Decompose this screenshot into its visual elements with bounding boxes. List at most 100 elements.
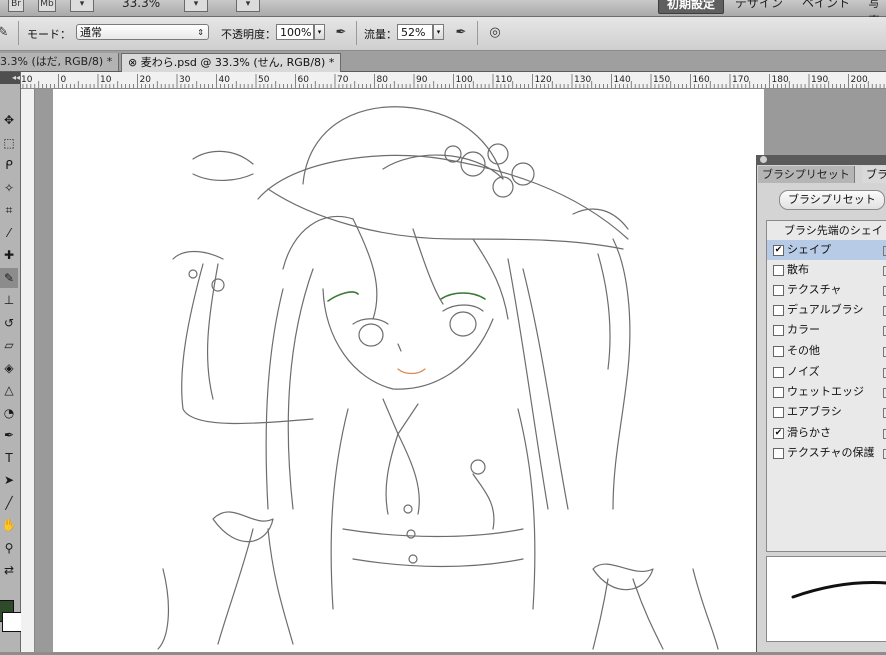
pen-icon[interactable]: ✒ — [0, 425, 18, 445]
ruler-label: 60 — [298, 75, 310, 85]
horizontal-ruler: 10 0 10 20 30 40 50 60 70 80 90 100 110 120 130 140 150 1… — [21, 72, 886, 89]
marquee-icon[interactable]: ⬚ — [0, 133, 18, 153]
ruler-label: 110 — [495, 75, 512, 85]
brush-setting-row[interactable]: エアブラシ — [767, 402, 886, 422]
extras-menu-button[interactable]: ▾ — [70, 0, 94, 12]
ruler-label: 170 — [732, 75, 749, 85]
ruler-label: 160 — [693, 75, 710, 85]
tab-mugiwara[interactable]: ⊗ 麦わら.psd @ 33.3% (せん, RGB/8) * — [121, 53, 342, 72]
ruler-label: 200 — [851, 75, 868, 85]
brush-setting-label: ウェットエッジ — [787, 385, 864, 398]
blur-icon[interactable]: △ — [0, 380, 18, 400]
workspace-design[interactable]: デザイン — [735, 0, 783, 12]
ruler-label: 130 — [574, 75, 591, 85]
brush-presets-button[interactable]: ブラシプリセット — [779, 190, 885, 210]
workspace-essentials[interactable]: 初期設定 — [658, 0, 725, 14]
brush-icon[interactable]: ✎ — [0, 267, 18, 288]
screen-mode-button[interactable]: ▾ — [236, 0, 260, 12]
checkbox[interactable]: ✔ — [773, 428, 784, 439]
ruler-label: 140 — [614, 75, 631, 85]
stamp-icon[interactable]: ⊥ — [0, 290, 18, 310]
brush-setting-label: デュアルブラシ — [787, 303, 864, 316]
brush-setting-row[interactable]: ✔ 滑らかさ — [767, 423, 886, 443]
separator — [477, 21, 478, 45]
checkbox[interactable] — [773, 325, 784, 336]
brush-setting-row[interactable]: ノイズ — [767, 362, 886, 382]
opacity-input[interactable]: 100% — [276, 24, 314, 40]
eraser-icon[interactable]: ▱ — [0, 335, 18, 355]
tablet-pressure-opacity-icon[interactable]: ✒ — [332, 24, 350, 42]
line-icon[interactable]: ╱ — [0, 493, 18, 513]
crop-icon[interactable]: ⌗ — [0, 200, 18, 220]
checkbox[interactable] — [773, 407, 784, 418]
brush-setting-row[interactable]: カラー — [767, 320, 886, 340]
airbrush-icon[interactable]: ✒ — [452, 24, 470, 42]
close-tab-icon[interactable]: ⊗ — [128, 56, 141, 69]
dodge-icon[interactable]: ◔ — [0, 403, 18, 423]
path-select-icon[interactable]: ➤ — [0, 470, 18, 490]
eyedropper-icon[interactable]: ⁄ — [0, 223, 18, 243]
options-bar: ✎ モード： 通常 ⇕ 不透明度： 100% ▾ ✒ 流量： 52% ▾ ✒ ◎ — [0, 17, 886, 51]
brush-tip-shape-header[interactable]: ブラシ先端のシェイ — [784, 222, 883, 238]
brush-setting-label: 滑らかさ — [787, 426, 831, 439]
tab-hada[interactable]: 3.3% (はだ, RGB/8) * — [0, 53, 120, 71]
select-arrows-icon: ⇕ — [197, 28, 204, 37]
paint-bucket-icon[interactable]: ◈ — [0, 358, 18, 378]
move-icon[interactable]: ✥ — [0, 110, 18, 130]
collapse-tools-icon[interactable]: ◂◂ — [0, 72, 20, 84]
hand-icon[interactable]: ✋ — [0, 515, 18, 535]
mode-select[interactable]: 通常 ⇕ — [76, 24, 209, 40]
tab-brush-presets[interactable]: ブラシプリセット — [758, 166, 855, 183]
tablet-pressure-size-icon[interactable]: ◎ — [486, 24, 504, 42]
brush-setting-row[interactable]: その他 — [767, 341, 886, 361]
vertical-ruler — [21, 89, 35, 652]
stroke-preview-curve — [791, 581, 886, 599]
application-bar: Br Mb ▾ 33.3% ▾ ▾ 初期設定 デザイン ペイント 写真 — [0, 0, 886, 28]
ruler-label: 20 — [140, 75, 152, 85]
arrange-documents-button[interactable]: ▾ — [184, 0, 208, 12]
brush-setting-row[interactable]: デュアルブラシ — [767, 300, 886, 320]
lasso-icon[interactable]: ᑭ — [0, 155, 18, 175]
checkbox[interactable] — [773, 367, 784, 378]
bridge-button[interactable]: Br — [8, 0, 24, 12]
checkbox[interactable] — [773, 285, 784, 296]
brush-setting-row[interactable]: 散布 — [767, 260, 886, 280]
checkbox[interactable] — [773, 387, 784, 398]
checkbox[interactable] — [773, 448, 784, 459]
checkbox[interactable]: ✔ — [773, 245, 784, 256]
type-icon[interactable]: T — [0, 448, 18, 468]
zoom-level[interactable]: 33.3% — [122, 0, 160, 10]
checkbox[interactable] — [773, 265, 784, 276]
tab-label: 麦わら.psd @ 33.3% (せん, RGB/8) * — [140, 56, 335, 69]
panel-title-bar[interactable] — [756, 155, 886, 165]
brush-setting-row[interactable]: ウェットエッジ — [767, 382, 886, 402]
document-canvas[interactable] — [53, 89, 764, 652]
line-art-drawing — [157, 106, 719, 650]
ruler-label: 100 — [456, 75, 473, 85]
brush-setting-row[interactable]: テクスチャの保護 — [767, 443, 886, 463]
workspace-painting[interactable]: ペイント — [802, 0, 850, 12]
mode-value: 通常 — [80, 26, 102, 39]
opacity-dropdown[interactable]: ▾ — [314, 24, 325, 40]
history-brush-icon[interactable]: ↺ — [0, 313, 18, 333]
background-color-swatch[interactable] — [2, 612, 22, 632]
checkbox[interactable] — [773, 346, 784, 357]
brush-setting-row[interactable]: ✔ シェイプ — [767, 240, 886, 260]
brush-setting-label: 散布 — [787, 263, 809, 276]
flow-dropdown[interactable]: ▾ — [433, 24, 444, 40]
brush-setting-label: テクスチャ — [787, 283, 842, 296]
healing-brush-icon[interactable]: ✚ — [0, 245, 18, 265]
minibridge-button[interactable]: Mb — [38, 0, 56, 12]
brush-setting-row[interactable]: テクスチャ — [767, 280, 886, 300]
zoom-icon[interactable]: ⚲ — [0, 538, 18, 558]
tab-brush[interactable]: ブラ — [862, 166, 886, 183]
checkbox[interactable] — [773, 305, 784, 316]
quick-select-icon[interactable]: ✧ — [0, 178, 18, 198]
flow-input[interactable]: 52% — [397, 24, 433, 40]
brush-setting-label: テクスチャの保護 — [787, 446, 875, 459]
separator — [356, 21, 357, 45]
ruler-label: 120 — [535, 75, 552, 85]
close-panel-icon[interactable] — [760, 156, 767, 163]
swap-colors-icon[interactable]: ⇄ — [0, 560, 18, 580]
tool-preset-icon[interactable]: ✎ — [0, 24, 12, 42]
